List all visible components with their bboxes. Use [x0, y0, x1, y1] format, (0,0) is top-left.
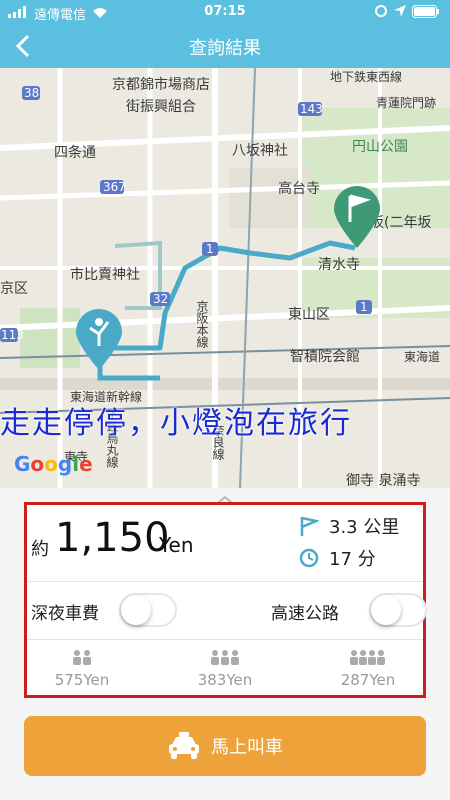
map-label: 円山公園 — [352, 139, 408, 155]
map-route-badge: 113 — [1, 328, 24, 342]
night-fare-label: 深夜車費 — [31, 604, 99, 624]
option-three-passengers[interactable]: 383Yen — [170, 649, 280, 689]
option-two-passengers[interactable]: 575Yen — [27, 649, 137, 689]
duration-value: 17 分 — [329, 549, 376, 570]
map-label: 街振興組合 — [126, 99, 196, 115]
rotation-lock-icon — [374, 4, 388, 22]
option-four-passengers[interactable]: 287Yen — [313, 649, 423, 689]
map-label: 青蓮院門跡 — [376, 96, 437, 110]
passenger-options: 575Yen 383Yen 287Yen — [27, 639, 423, 695]
map-label: 東海道 — [404, 350, 441, 364]
fare-unit: Yen — [159, 533, 194, 557]
map-label: 四条通 — [54, 145, 96, 161]
location-icon — [394, 5, 406, 21]
route-map[interactable]: 38 367 143 1 32 113 1 京都錦市場商店 街振興組合 四条通 … — [0, 68, 450, 488]
options-toggles: 深夜車費 高速公路 — [27, 581, 427, 640]
fare-amount: 1,150 — [55, 515, 170, 561]
four-people-icon — [350, 650, 385, 665]
map-label: 京都錦市場商店 — [112, 77, 210, 93]
fare-prefix: 約 — [31, 539, 49, 560]
status-bar: 遠傳電信 07:15 — [0, 0, 450, 24]
distance-value: 3.3 公里 — [329, 517, 400, 538]
map-route-badge: 1 — [360, 300, 368, 314]
flag-icon — [300, 516, 319, 536]
three-people-icon — [211, 650, 239, 665]
duration-info: 17 分 — [299, 545, 376, 571]
flag-pin-icon — [334, 186, 380, 248]
map-label: 地下鉄東西線 — [330, 70, 403, 84]
map-label: 東山区 — [288, 307, 330, 323]
map-label: 智積院会館 — [290, 349, 360, 365]
passenger-pin-icon — [76, 309, 122, 370]
photo-watermark: 走走停停，小燈泡在旅行 — [0, 406, 352, 441]
night-fare-toggle[interactable] — [119, 593, 177, 627]
call-taxi-button[interactable]: 馬上叫車 — [24, 716, 426, 776]
map-route-badge: 143 — [300, 102, 323, 116]
taxi-icon — [169, 732, 199, 759]
page-title: 查詢結果 — [189, 38, 261, 59]
google-logo: Google — [14, 452, 93, 476]
map-route-badge: 367 — [103, 180, 126, 194]
fare-summary: 約 1,150 Yen 3.3 公里 17 分 — [27, 505, 423, 582]
map-route-badge: 38 — [24, 86, 40, 100]
highway-toggle[interactable] — [369, 593, 427, 627]
distance-info: 3.3 公里 — [299, 513, 399, 539]
map-route-badge: 1 — [206, 242, 214, 256]
map-label: 清水寺 — [318, 257, 360, 273]
collapse-handle[interactable] — [216, 490, 234, 504]
battery-icon — [412, 4, 440, 22]
map-label: 八坂神社 — [232, 143, 288, 159]
option-price: 287Yen — [340, 671, 396, 689]
fare-panel: 約 1,150 Yen 3.3 公里 17 分 深夜車費 高速公路 575Yen — [24, 502, 427, 698]
map-label: 市比賣神社 — [70, 267, 140, 283]
map-label: 京阪本線 — [195, 300, 209, 348]
map-label: 京区 — [0, 281, 28, 297]
option-price: 383Yen — [197, 671, 253, 689]
call-taxi-label: 馬上叫車 — [211, 737, 283, 758]
nav-bar: 查詢結果 — [0, 24, 450, 68]
highway-label: 高速公路 — [271, 604, 339, 624]
map-label: 高台寺 — [278, 181, 320, 197]
map-route-badge: 32 — [153, 292, 169, 306]
option-price: 575Yen — [54, 671, 110, 689]
map-label: 御寺 泉涌寺 — [346, 473, 421, 488]
clock-icon — [299, 548, 319, 568]
two-people-icon — [73, 650, 91, 665]
